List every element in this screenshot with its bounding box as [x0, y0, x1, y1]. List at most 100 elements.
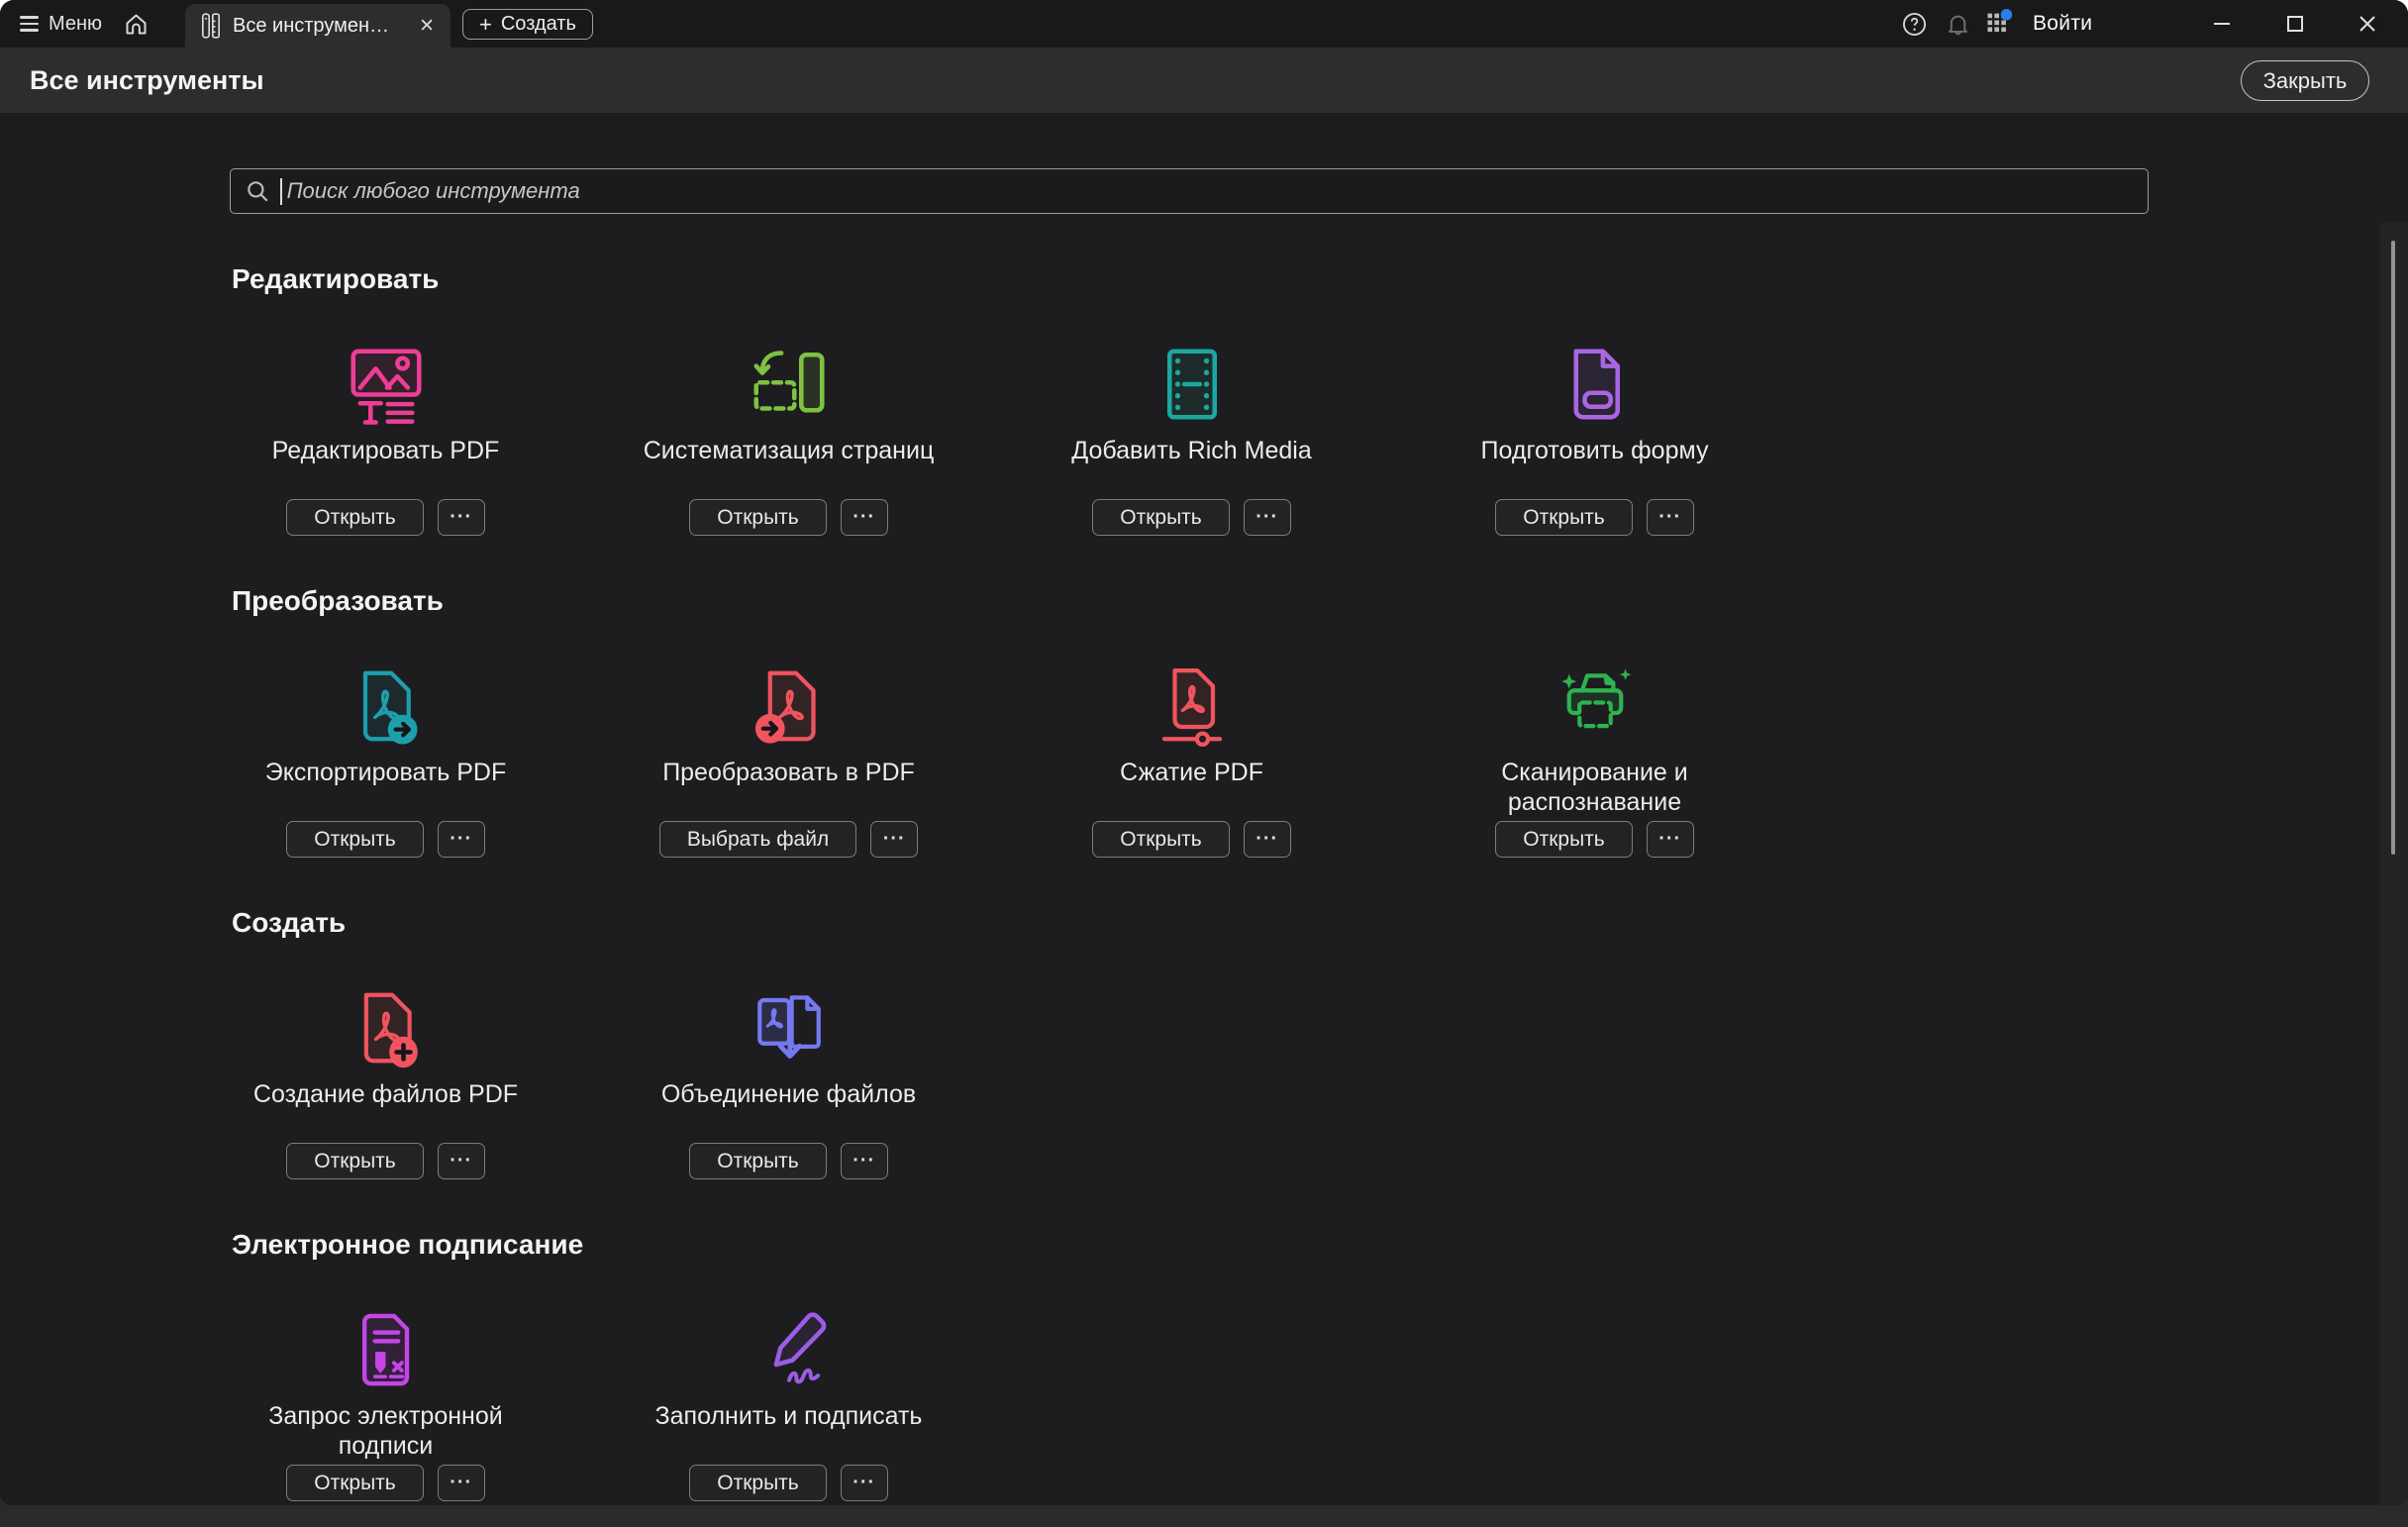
create-button[interactable]: + Создать	[462, 9, 593, 40]
open-button[interactable]: Открыть	[286, 1143, 423, 1179]
menu-button[interactable]: Меню	[20, 0, 102, 48]
hamburger-icon	[20, 16, 39, 31]
request-signature-icon	[345, 1308, 428, 1391]
create-label: Создать	[501, 13, 576, 36]
sign-in-button[interactable]: Войти	[2033, 0, 2092, 48]
open-button[interactable]: Открыть	[286, 1465, 423, 1501]
home-icon	[123, 11, 150, 38]
edit-pdf-icon	[345, 343, 428, 426]
tool-label: Систематизация страниц	[644, 436, 935, 497]
notification-dot	[2001, 9, 2013, 21]
tool-card-export-pdf: Экспортировать PDF Открыть ···	[184, 653, 587, 858]
tool-card-request-signature: Запрос электронной подписи Открыть ···	[184, 1296, 587, 1501]
more-options-button[interactable]: ···	[841, 1465, 888, 1501]
more-options-button[interactable]: ···	[1244, 821, 1291, 858]
open-button[interactable]: Открыть	[1092, 821, 1229, 858]
tool-card-prepare-form: Подготовить форму Открыть ···	[1393, 331, 1796, 536]
close-icon	[2357, 13, 2378, 35]
tool-card-combine-files: Объединение файлов Открыть ···	[587, 974, 990, 1179]
tool-card-create-pdf: Создание файлов PDF Открыть ···	[184, 974, 587, 1179]
scrollbar-thumb[interactable]	[2391, 241, 2395, 855]
app-window: Меню Все инструмен… ✕ + Создать	[0, 0, 2408, 1527]
tool-card-convert-to-pdf: Преобразовать в PDF Выбрать файл ···	[587, 653, 990, 858]
all-tools-header: Все инструменты Закрыть	[0, 48, 2408, 113]
more-options-button[interactable]: ···	[1647, 821, 1694, 858]
tool-label: Заполнить и подписать	[655, 1401, 923, 1463]
tool-card-rich-media: Добавить Rich Media Открыть ···	[990, 331, 1393, 536]
home-button[interactable]	[123, 0, 150, 48]
menu-label: Меню	[49, 13, 102, 36]
section-title: Редактировать	[232, 263, 2408, 295]
more-options-button[interactable]: ···	[870, 821, 918, 858]
tool-label: Добавить Rich Media	[1071, 436, 1311, 497]
page-title: Все инструменты	[30, 65, 264, 96]
apps-grid-button[interactable]	[1981, 0, 2017, 48]
apps-grid-icon	[1984, 9, 2014, 39]
rich-media-icon	[1151, 343, 1234, 426]
more-options-button[interactable]: ···	[438, 499, 485, 536]
section-create: Создать Создание файлов PDF Открыть ···	[0, 907, 2408, 1179]
section-title: Преобразовать	[232, 585, 2408, 617]
tool-label: Запрос электронной подписи	[223, 1401, 550, 1463]
window-bottom-edge	[0, 1505, 2408, 1527]
close-window-button[interactable]	[2345, 0, 2390, 48]
tools-tab-icon	[201, 12, 221, 40]
search-input[interactable]	[285, 169, 2148, 213]
tab-close-icon[interactable]: ✕	[419, 17, 435, 36]
scrollbar-track[interactable]	[2380, 223, 2408, 1505]
close-all-tools-button[interactable]: Закрыть	[2241, 60, 2369, 101]
notifications-button[interactable]	[1940, 0, 1975, 48]
tool-card-fill-and-sign: Заполнить и подписать Открыть ···	[587, 1296, 990, 1501]
tool-label: Подготовить форму	[1481, 436, 1709, 497]
tool-card-compress-pdf: Сжатие PDF Открыть ···	[990, 653, 1393, 858]
open-button[interactable]: Открыть	[689, 499, 826, 536]
more-options-button[interactable]: ···	[438, 821, 485, 858]
open-button[interactable]: Открыть	[1092, 499, 1229, 536]
more-options-button[interactable]: ···	[1647, 499, 1694, 536]
combine-files-icon	[748, 986, 831, 1069]
scan-ocr-icon	[1554, 664, 1637, 748]
more-options-button[interactable]: ···	[841, 1143, 888, 1179]
tool-card-organize-pages: Систематизация страниц Открыть ···	[587, 331, 990, 536]
tool-search[interactable]	[230, 168, 2149, 214]
more-options-button[interactable]: ···	[438, 1465, 485, 1501]
help-icon	[1901, 11, 1928, 38]
text-caret	[280, 178, 282, 205]
section-convert: Преобразовать Экспортировать PDF Открыть…	[0, 585, 2408, 858]
tool-label: Экспортировать PDF	[265, 758, 506, 819]
tool-card-scan-ocr: Сканирование и распознавание Открыть ···	[1393, 653, 1796, 858]
open-button[interactable]: Открыть	[689, 1143, 826, 1179]
tab-title: Все инструмен…	[233, 15, 403, 38]
tool-label: Преобразовать в PDF	[662, 758, 915, 819]
tab-all-tools[interactable]: Все инструмен… ✕	[185, 4, 451, 48]
open-button[interactable]: Открыть	[286, 499, 423, 536]
tool-card-edit-pdf: Редактировать PDF Открыть ···	[184, 331, 587, 536]
fill-and-sign-icon	[748, 1308, 831, 1391]
title-bar: Меню Все инструмен… ✕ + Создать	[0, 0, 2408, 48]
more-options-button[interactable]: ···	[438, 1143, 485, 1179]
open-button[interactable]: Открыть	[689, 1465, 826, 1501]
open-button[interactable]: Открыть	[286, 821, 423, 858]
choose-file-button[interactable]: Выбрать файл	[659, 821, 856, 858]
more-options-button[interactable]: ···	[1244, 499, 1291, 536]
organize-pages-icon	[748, 343, 831, 426]
minimize-icon	[2211, 13, 2233, 35]
section-title: Создать	[232, 907, 2408, 939]
section-title: Электронное подписание	[232, 1229, 2408, 1261]
convert-to-pdf-icon	[748, 664, 831, 748]
help-button[interactable]	[1896, 0, 1932, 48]
tool-label: Объединение файлов	[661, 1079, 916, 1141]
tool-label: Создание файлов PDF	[253, 1079, 518, 1141]
create-pdf-icon	[345, 986, 428, 1069]
more-options-button[interactable]: ···	[841, 499, 888, 536]
prepare-form-icon	[1554, 343, 1637, 426]
bell-icon	[1945, 11, 1971, 38]
minimize-button[interactable]	[2199, 0, 2245, 48]
plus-icon: +	[479, 14, 492, 36]
section-edit: Редактировать Редактировать PDF Открыть …	[0, 263, 2408, 536]
maximize-button[interactable]	[2272, 0, 2318, 48]
search-icon	[245, 178, 270, 204]
open-button[interactable]: Открыть	[1495, 499, 1632, 536]
open-button[interactable]: Открыть	[1495, 821, 1632, 858]
tool-label: Сканирование и распознавание	[1432, 758, 1758, 819]
